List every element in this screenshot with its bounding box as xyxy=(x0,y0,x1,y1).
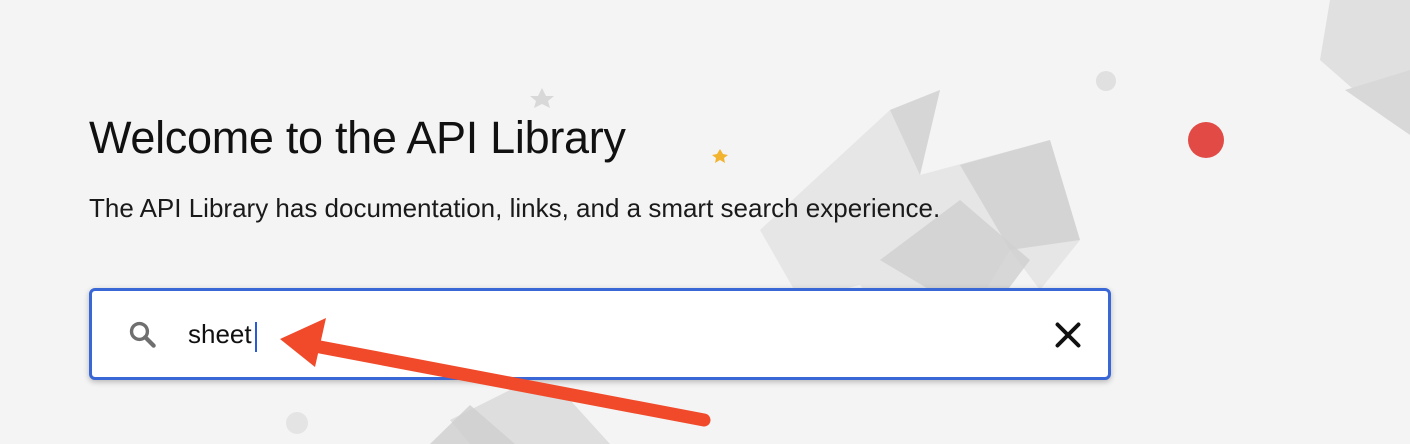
page-title: Welcome to the API Library xyxy=(89,112,626,163)
page-subtitle: The API Library has documentation, links… xyxy=(89,193,941,223)
close-icon[interactable] xyxy=(1050,317,1086,353)
red-dot-decoration xyxy=(1188,122,1224,158)
search-bar[interactable] xyxy=(89,288,1111,380)
search-input[interactable] xyxy=(188,313,1028,355)
search-icon xyxy=(129,321,156,348)
text-cursor xyxy=(255,322,257,352)
api-library-page: Welcome to the API Library The API Libra… xyxy=(0,0,1410,444)
yellow-star-decoration xyxy=(712,149,728,163)
